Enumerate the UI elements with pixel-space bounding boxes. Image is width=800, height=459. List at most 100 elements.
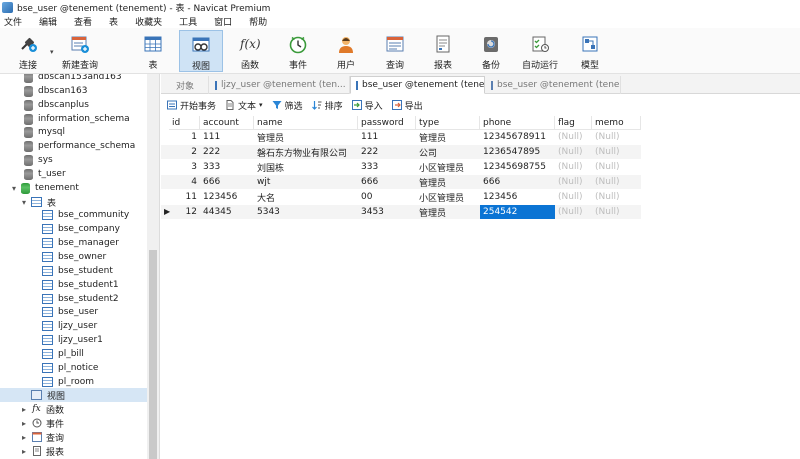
tree-table-bse-student2[interactable]: bse_student2 — [42, 292, 119, 306]
collapse-icon[interactable]: ▾ — [20, 198, 28, 207]
cell-name[interactable]: 刘国栋 — [254, 160, 358, 174]
model-button[interactable]: 模型 — [568, 30, 612, 72]
tree-db-dbscan163[interactable]: dbscan163 — [24, 84, 87, 98]
cell-password[interactable]: 222 — [358, 145, 416, 159]
tree-group-functions[interactable]: ▸ fx 函数 — [20, 402, 64, 416]
table-button[interactable]: 表 — [131, 30, 175, 72]
menu-edit[interactable]: 编辑 — [33, 15, 63, 28]
cell-phone[interactable]: 123456 — [480, 190, 555, 204]
cell-password[interactable]: 00 — [358, 190, 416, 204]
cell-password[interactable]: 111 — [358, 130, 416, 144]
menu-table[interactable]: 表 — [103, 15, 124, 28]
tree-table-ljzy-user[interactable]: ljzy_user — [42, 319, 97, 333]
column-header-account[interactable]: account — [200, 116, 254, 130]
expand-icon[interactable]: ▸ — [20, 447, 28, 456]
cell-password[interactable]: 333 — [358, 160, 416, 174]
cell-id[interactable]: 3 — [169, 160, 200, 174]
menu-window[interactable]: 窗口 — [208, 15, 238, 28]
tree-db-performance-schema[interactable]: performance_schema — [24, 139, 135, 153]
cell-name[interactable]: 磐石东方物业有限公司 — [254, 145, 358, 159]
cell-type[interactable]: 管理员 — [416, 130, 480, 144]
cell-type[interactable]: 公司 — [416, 145, 480, 159]
expand-icon[interactable]: ▸ — [20, 433, 28, 442]
cell-id[interactable]: 12 — [169, 205, 200, 219]
view-button[interactable]: 视图 — [179, 30, 223, 72]
cell-type[interactable]: 小区管理员 — [416, 160, 480, 174]
tree-table-bse-company[interactable]: bse_company — [42, 222, 120, 236]
column-header-name[interactable]: name — [254, 116, 358, 130]
cell-type[interactable]: 管理员 — [416, 205, 480, 219]
tree-table-bse-community[interactable]: bse_community — [42, 208, 129, 222]
menu-view[interactable]: 查看 — [68, 15, 98, 28]
cell-memo[interactable]: (Null) — [592, 190, 641, 204]
new-query-button[interactable]: 新建查询 — [58, 30, 102, 72]
sidebar-scrollbar[interactable] — [147, 74, 159, 459]
cell-memo[interactable]: (Null) — [592, 160, 641, 174]
cell-account[interactable]: 333 — [200, 160, 254, 174]
text-dropdown-icon[interactable]: ▾ — [259, 101, 263, 109]
tab-bse-user-view[interactable]: bse_user @tenement (tene... — [486, 76, 621, 94]
automation-button[interactable]: 自动运行 — [518, 30, 562, 72]
tree-group-views[interactable]: 视图 — [0, 388, 148, 402]
tree-db-mysql[interactable]: mysql — [24, 125, 65, 139]
tree-db-dbscan153and163[interactable]: dbscan153and163 — [24, 74, 122, 84]
sort-button[interactable]: 排序 — [311, 99, 343, 112]
function-button[interactable]: f(x) 函数 — [228, 30, 272, 72]
column-header-flag[interactable]: flag — [555, 116, 592, 130]
tree-group-queries[interactable]: ▸ 查询 — [20, 430, 64, 444]
cell-name[interactable]: 管理员 — [254, 130, 358, 144]
cell-id[interactable]: 11 — [169, 190, 200, 204]
cell-password[interactable]: 666 — [358, 175, 416, 189]
cell-account[interactable]: 666 — [200, 175, 254, 189]
column-header-type[interactable]: type — [416, 116, 480, 130]
filter-button[interactable]: 筛选 — [272, 99, 303, 112]
cell-name[interactable]: wjt — [254, 175, 358, 189]
cell-phone[interactable]: 666 — [480, 175, 555, 189]
user-button[interactable]: 用户 — [324, 30, 368, 72]
cell-flag[interactable]: (Null) — [555, 205, 592, 219]
cell-memo[interactable]: (Null) — [592, 145, 641, 159]
cell-phone[interactable]: 1236547895 — [480, 145, 555, 159]
tree-db-information-schema[interactable]: information_schema — [24, 112, 130, 126]
menu-tools[interactable]: 工具 — [173, 15, 203, 28]
tree-group-tables[interactable]: ▾ 表 — [20, 195, 56, 209]
column-header-memo[interactable]: memo — [592, 116, 641, 130]
column-header-id[interactable]: id — [169, 116, 200, 130]
cell-id[interactable]: 2 — [169, 145, 200, 159]
tree-table-pl-room[interactable]: pl_room — [42, 375, 94, 389]
menu-help[interactable]: 帮助 — [243, 15, 273, 28]
import-button[interactable]: 导入 — [351, 99, 383, 112]
connect-button[interactable]: 连接 — [6, 30, 50, 72]
cell-flag[interactable]: (Null) — [555, 190, 592, 204]
collapse-icon[interactable]: ▾ — [10, 184, 18, 193]
tree-table-bse-owner[interactable]: bse_owner — [42, 250, 106, 264]
tree-table-pl-bill[interactable]: pl_bill — [42, 347, 84, 361]
cell-phone[interactable]: 12345698755 — [480, 160, 555, 174]
cell-phone-selected[interactable]: 254542 — [480, 205, 555, 219]
expand-icon[interactable]: ▸ — [20, 405, 28, 414]
cell-account[interactable]: 111 — [200, 130, 254, 144]
column-header-password[interactable]: password — [358, 116, 416, 130]
sidebar-scrollbar-thumb[interactable] — [149, 250, 157, 459]
cell-flag[interactable]: (Null) — [555, 145, 592, 159]
tree-group-events[interactable]: ▸ 事件 — [20, 416, 64, 430]
event-button[interactable]: 事件 — [276, 30, 320, 72]
cell-memo[interactable]: (Null) — [592, 175, 641, 189]
tree-table-bse-student[interactable]: bse_student — [42, 264, 113, 278]
cell-id[interactable]: 4 — [169, 175, 200, 189]
cell-account[interactable]: 222 — [200, 145, 254, 159]
query-button[interactable]: 查询 — [373, 30, 417, 72]
menu-file[interactable]: 文件 — [0, 15, 28, 28]
cell-type[interactable]: 小区管理员 — [416, 190, 480, 204]
tree-db-tenement[interactable]: ▾ tenement — [10, 181, 79, 195]
cell-account[interactable]: 123456 — [200, 190, 254, 204]
cell-flag[interactable]: (Null) — [555, 175, 592, 189]
tree-table-bse-manager[interactable]: bse_manager — [42, 236, 119, 250]
cell-memo[interactable]: (Null) — [592, 130, 641, 144]
text-button[interactable]: 文本 ▾ — [225, 99, 263, 112]
expand-icon[interactable]: ▸ — [20, 419, 28, 428]
cell-name[interactable]: 大名 — [254, 190, 358, 204]
tab-ljzy-user[interactable]: ljzy_user @tenement (ten... — [210, 76, 350, 94]
column-header-phone[interactable]: phone — [480, 116, 555, 130]
backup-button[interactable]: 备份 — [469, 30, 513, 72]
